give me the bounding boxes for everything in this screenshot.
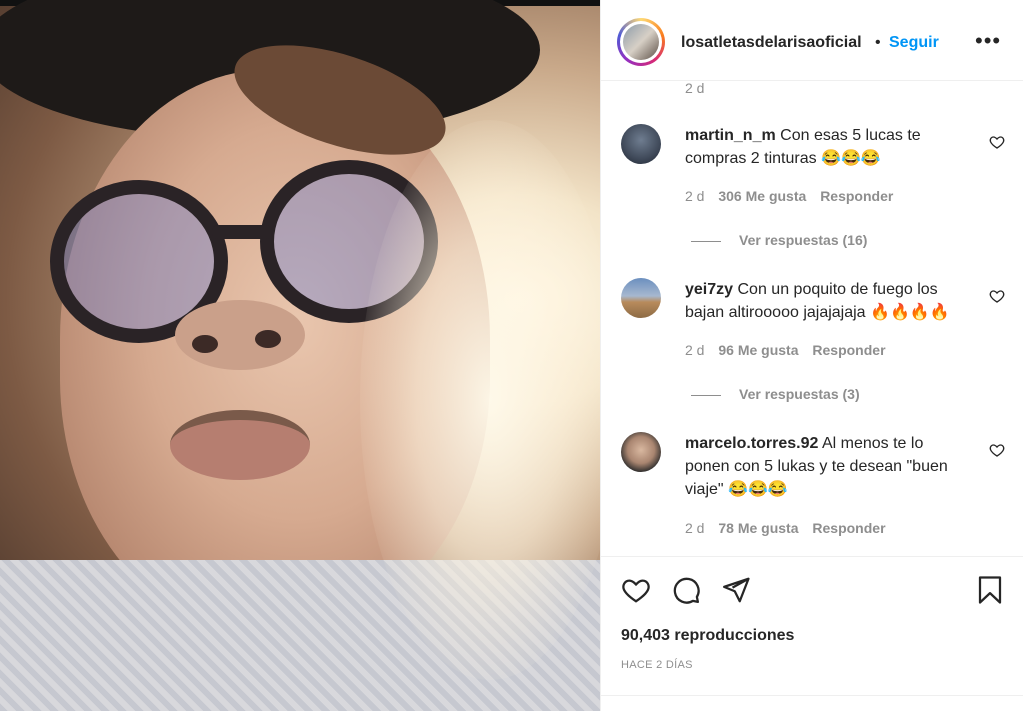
- comment-like-icon[interactable]: [989, 134, 1005, 150]
- comment-username[interactable]: martin_n_m: [685, 127, 776, 144]
- comments-list[interactable]: 2 d martin_n_m Con esas 5 lucas te compr…: [601, 80, 1023, 556]
- nostril-left: [192, 335, 218, 353]
- commenter-avatar[interactable]: [621, 278, 661, 318]
- commenter-avatar[interactable]: [621, 432, 661, 472]
- comment-time: 2 d: [685, 520, 705, 536]
- comment-body: marcelo.torres.92 Al menos te lo ponen c…: [685, 432, 965, 501]
- comment-icon[interactable]: [671, 575, 701, 605]
- comment-username[interactable]: marcelo.torres.92: [685, 435, 818, 452]
- comment-meta: 2 d 306 Me gusta Responder: [685, 188, 903, 204]
- comment-like-icon[interactable]: [989, 442, 1005, 458]
- view-replies-button[interactable]: Ver respuestas (3): [691, 386, 860, 402]
- follow-button[interactable]: Seguir: [889, 34, 939, 52]
- profile-avatar[interactable]: [617, 18, 665, 66]
- comment-likes[interactable]: 306 Me gusta: [718, 188, 806, 204]
- comment-likes[interactable]: 78 Me gusta: [718, 520, 798, 536]
- view-replies-button[interactable]: Ver respuestas (16): [691, 232, 867, 248]
- comment-username[interactable]: yei7zy: [685, 281, 733, 298]
- comment-time: 2 d: [685, 342, 705, 358]
- commenter-avatar[interactable]: [621, 124, 661, 164]
- post-time[interactable]: HACE 2 DÍAS: [621, 659, 693, 671]
- post-panel: losatletasdelarisaoficial • Seguir ••• 2…: [600, 0, 1024, 711]
- mouth-shape: [170, 410, 310, 480]
- video-player[interactable]: [0, 0, 600, 711]
- comment-like-icon[interactable]: [989, 288, 1005, 304]
- view-replies-label: Ver respuestas (3): [739, 386, 860, 402]
- heart-icon[interactable]: [621, 575, 651, 605]
- post-header: losatletasdelarisaoficial • Seguir •••: [601, 4, 1023, 81]
- glasses-bridge: [212, 225, 272, 239]
- add-comment-area[interactable]: [601, 695, 1023, 713]
- bookmark-icon[interactable]: [975, 575, 1005, 605]
- replies-line: [691, 240, 721, 242]
- nostril-right: [255, 330, 281, 348]
- comment-likes[interactable]: 96 Me gusta: [718, 342, 798, 358]
- comment-time: 2 d: [685, 188, 705, 204]
- previous-comment-time: 2 d: [685, 80, 705, 96]
- comment-body: martin_n_m Con esas 5 lucas te compras 2…: [685, 124, 965, 170]
- reply-button[interactable]: Responder: [820, 188, 893, 204]
- replies-line: [691, 394, 721, 396]
- post-actions: 90,403 reproducciones HACE 2 DÍAS: [601, 556, 1023, 712]
- reply-button[interactable]: Responder: [812, 520, 885, 536]
- comment-meta: 2 d 78 Me gusta Responder: [685, 520, 896, 536]
- more-options-icon[interactable]: •••: [975, 28, 1001, 54]
- profile-username[interactable]: losatletasdelarisaoficial: [681, 34, 862, 52]
- share-icon[interactable]: [721, 575, 751, 605]
- nose-shape: [175, 300, 305, 370]
- comment-body: yei7zy Con un poquito de fuego los bajan…: [685, 278, 965, 324]
- view-replies-label: Ver respuestas (16): [739, 232, 868, 248]
- views-count[interactable]: 90,403 reproducciones: [621, 627, 794, 645]
- avatar-picture: [623, 24, 659, 60]
- reply-button[interactable]: Responder: [812, 342, 885, 358]
- comment-meta: 2 d 96 Me gusta Responder: [685, 342, 896, 358]
- separator-dot: •: [875, 34, 881, 51]
